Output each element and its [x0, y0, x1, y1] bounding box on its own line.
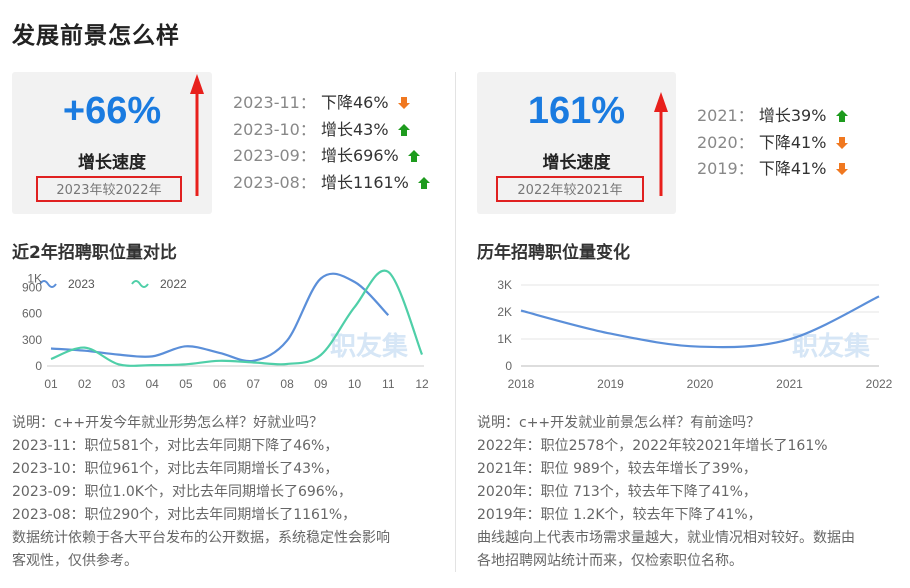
y-tick-label: 1K: [27, 272, 42, 286]
description-line: 2023-10：职位961个，对比去年同期增长了43%，: [12, 461, 339, 477]
trend-row: 2020： 下降41%: [697, 130, 849, 157]
y-tick-label: 600: [22, 307, 42, 321]
x-tick-label: 04: [146, 377, 160, 391]
growth-compare-period: 2023年较2022年: [36, 176, 182, 202]
x-tick-label: 03: [112, 377, 126, 391]
trend-list-right: 2021： 增长39% 2020： 下降41% 2019： 下降41%: [697, 103, 849, 183]
chart-yearly-comparison: 2023 202203006009001K01 02 03 04 05 06 07 08 09 10…: [22, 269, 429, 391]
y-tick-label: 1K: [497, 332, 512, 346]
trend-list-left: 2023-11： 下降46% 2023-10： 增长43% 2023-09： 增…: [233, 90, 431, 196]
up-arrow-icon: [397, 123, 410, 136]
x-tick-label: 2020: [687, 377, 714, 391]
red-up-arrow-icon: [190, 74, 204, 196]
y-tick-label: 300: [22, 333, 42, 347]
up-arrow-icon: [407, 150, 420, 162]
legend-label: 2023: [68, 277, 95, 291]
chart-history: 0 1K 2K 3K 2018 2019 2020 2021 2022 职友集: [497, 278, 893, 391]
description-line: 数据统计依赖于各大平台发布的公开数据，系统稳定性会影响: [12, 530, 390, 546]
growth-value: +66%: [62, 90, 162, 132]
stat-card-left: +66% 增长速度 2023年较2022年: [12, 72, 212, 214]
trend-period: 2023-09：: [233, 146, 316, 165]
trend-row: 2023-10： 增长43%: [233, 117, 431, 144]
x-tick-label: 05: [179, 377, 193, 391]
legend-label: 2022: [160, 277, 187, 291]
x-tick-label: 06: [213, 377, 227, 391]
description-line: 说明：c++开发就业前景怎么样？有前途吗？: [477, 415, 761, 431]
x-tick-label: 2022: [866, 377, 893, 391]
y-tick-label: 0: [505, 359, 512, 373]
description-line: 各地招聘网站统计而来，仅检索职位名称。: [477, 553, 743, 569]
x-tick-label: 10: [348, 377, 362, 391]
trend-text: 下降46%: [320, 93, 389, 112]
growth-label: 增长速度: [78, 153, 146, 173]
down-arrow-icon: [835, 163, 848, 175]
column-divider: [455, 72, 456, 572]
section-title-compare: 近2年招聘职位量对比: [12, 243, 177, 263]
trend-row: 2023-08： 增长1161%: [233, 170, 431, 197]
trend-period: 2021：: [697, 106, 754, 125]
section-title-history: 历年招聘职位量变化: [477, 243, 630, 263]
description-line: 2019年：职位 1.2K个，较去年下降了41%，: [477, 507, 762, 523]
down-arrow-icon: [835, 136, 848, 149]
y-tick-label: 2K: [497, 305, 512, 319]
trend-row: 2023-11： 下降46%: [233, 90, 431, 117]
trend-text: 下降41%: [758, 159, 827, 178]
down-arrow-icon: [397, 97, 410, 109]
trend-row: 2023-09： 增长696%: [233, 143, 431, 170]
description-line: 2023-09：职位1.0K个，对比去年同期增长了696%，: [12, 484, 352, 500]
trend-period: 2020：: [697, 132, 754, 152]
y-tick-label: 0: [35, 359, 42, 373]
description-line: 2021年：职位 989个，较去年增长了39%，: [477, 461, 757, 477]
x-tick-label: 01: [44, 377, 58, 391]
page-title: 发展前景怎么样: [12, 23, 180, 49]
x-tick-label: 09: [314, 377, 328, 391]
description-right: 说明：c++开发就业前景怎么样？有前途吗？ 2022年：职位2578个，2022…: [477, 412, 902, 573]
x-tick-label: 2019: [597, 377, 624, 391]
x-tick-label: 02: [78, 377, 92, 391]
description-line: 2022年：职位2578个，2022年较2021年增长了161%: [477, 438, 828, 454]
description-line: 2023-08：职位290个，对比去年同期增长了1161%，: [12, 507, 357, 523]
trend-period: 2019：: [697, 159, 754, 178]
trend-text: 增长696%: [320, 146, 399, 165]
growth-label: 增长速度: [542, 153, 611, 173]
y-tick-label: 3K: [497, 278, 512, 292]
trend-row: 2021： 增长39%: [697, 103, 849, 130]
trend-period: 2023-10：: [233, 119, 316, 139]
x-tick-label: 2021: [776, 377, 803, 391]
growth-compare-period: 2022年较2021年: [496, 176, 644, 202]
trend-row: 2019： 下降41%: [697, 156, 849, 183]
description-line: 说明：c++开发今年就业形势怎么样？好就业吗？: [12, 415, 324, 431]
growth-value: 161%: [527, 90, 626, 132]
up-arrow-icon: [417, 176, 430, 189]
x-tick-label: 12: [415, 377, 429, 391]
watermark-text: 职友集: [330, 331, 409, 362]
red-up-arrow-icon: [654, 92, 668, 196]
trend-text: 下降41%: [758, 132, 827, 152]
trend-period: 2023-08：: [233, 172, 316, 192]
trend-text: 增长1161%: [320, 172, 409, 192]
trend-period: 2023-11：: [233, 93, 316, 112]
description-left: 说明：c++开发今年就业形势怎么样？好就业吗？ 2023-11：职位581个，对…: [12, 412, 447, 573]
stat-card-right: 161% 增长速度 2022年较2021年: [477, 72, 676, 214]
x-tick-label: 08: [280, 377, 294, 391]
up-arrow-icon: [835, 110, 848, 122]
x-tick-label: 11: [382, 377, 395, 391]
legend-swatch-icon: [39, 280, 57, 288]
trend-text: 增长39%: [758, 106, 827, 125]
description-line: 2020年：职位 713个，较去年下降了41%，: [477, 484, 757, 500]
legend-swatch-icon: [131, 280, 149, 288]
watermark-text: 职友集: [792, 331, 871, 362]
description-line: 曲线越向上代表市场需求量越大，就业情况相对较好。数据由: [477, 530, 855, 546]
description-line: 2023-11：职位581个，对比去年同期下降了46%，: [12, 438, 339, 454]
x-tick-label: 2018: [508, 377, 535, 391]
description-line: 客观性，仅供参考。: [12, 553, 138, 569]
x-tick-label: 07: [247, 377, 261, 391]
trend-text: 增长43%: [320, 119, 389, 139]
